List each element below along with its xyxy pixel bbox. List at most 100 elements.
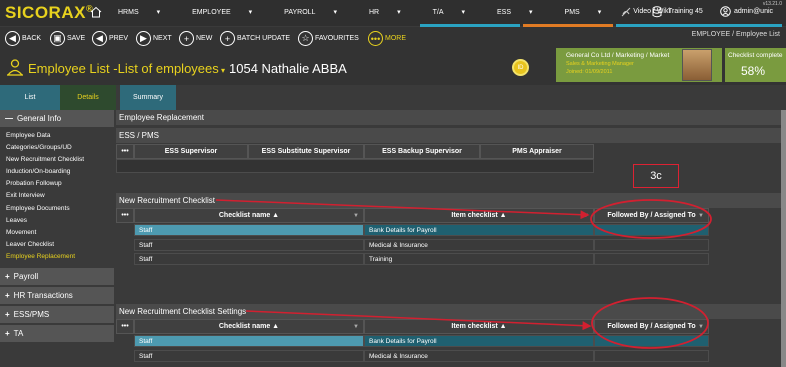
table-row-followed[interactable] xyxy=(594,224,709,236)
sidebar-item[interactable]: Employee Documents xyxy=(6,203,84,215)
section-employee-replacement: Employee Replacement xyxy=(116,110,781,125)
sidebar-list: Employee Data Categories/Groups/UD New R… xyxy=(6,130,84,263)
prev-button[interactable]: ◀ PREV xyxy=(92,31,128,46)
table-row-name[interactable]: Staff xyxy=(134,335,364,347)
filter-icon[interactable]: ▼ xyxy=(353,213,359,219)
col-checklist-name[interactable]: Checklist name ▲ ▼ xyxy=(134,208,364,223)
table-row-item[interactable]: Training xyxy=(364,253,594,265)
section-ess-pms: ESS / PMS xyxy=(116,128,781,143)
view-tabs: List Details Summary xyxy=(0,85,786,110)
grid-menu-icon[interactable]: ••• xyxy=(116,208,134,223)
checklist-percent: 58% xyxy=(741,64,766,78)
sidebar-group-general-info[interactable]: — General Info xyxy=(0,110,114,127)
more-button[interactable]: ••• MORE xyxy=(368,31,406,46)
filter-icon[interactable]: ▼ xyxy=(698,324,704,330)
annotation-label: 3c xyxy=(633,164,679,188)
scrollbar[interactable] xyxy=(781,110,786,367)
sidebar-group-hr-transactions[interactable]: + HR Transactions xyxy=(0,287,114,304)
sidebar-group-ess-pms[interactable]: + ESS/PMS xyxy=(0,306,114,323)
col-item-checklist[interactable]: Item checklist ▲ ▼ xyxy=(364,208,594,223)
menu-pms[interactable]: PMS ▾ xyxy=(565,8,618,16)
join-date: Joined: 01/09/2011 xyxy=(566,69,613,75)
table-row-name[interactable]: Staff xyxy=(134,239,364,251)
new-button[interactable]: + NEW xyxy=(179,31,212,46)
sidebar-item-active[interactable]: Employee Replacement xyxy=(6,251,84,263)
section-recruitment-checklist: New Recruitment Checklist xyxy=(116,193,781,208)
menu-ess[interactable]: ESS ▾ xyxy=(497,8,549,16)
favourites-button[interactable]: ☆ FAVOURITES xyxy=(298,31,359,46)
page-title: Employee List -List of employees ▾ 1054 N… xyxy=(28,61,347,76)
star-icon: ☆ xyxy=(298,31,313,46)
table-row-followed[interactable] xyxy=(594,335,709,347)
filter-icon[interactable]: ▼ xyxy=(583,213,589,219)
table-row-followed[interactable] xyxy=(594,239,709,251)
table-row-followed[interactable] xyxy=(594,253,709,265)
sidebar-item[interactable]: Leaves xyxy=(6,215,84,227)
table-row-name[interactable]: Staff xyxy=(134,350,364,362)
sidebar-item[interactable]: Exit Interview xyxy=(6,190,84,202)
tab-list[interactable]: List xyxy=(0,85,60,110)
main-menu: HRMS ▾ EMPLOYEE ▾ PAYROLL ▾ HR ▾ T/A ▾ ESS ▾ P… xyxy=(118,8,686,16)
col-followed-by[interactable]: Followed By / Assigned To ▼ xyxy=(594,208,709,223)
back-button[interactable]: ◀ BACK xyxy=(5,31,41,46)
id-badge[interactable]: ID xyxy=(512,59,529,76)
table-row-item[interactable]: Bank Details for Payroll xyxy=(364,335,594,347)
checklist-progress: Checklist complete 58% xyxy=(725,48,786,82)
tab-details[interactable]: Details xyxy=(60,85,116,110)
tab-summary[interactable]: Summary xyxy=(120,85,176,110)
menu-hrms[interactable]: HRMS ▾ xyxy=(118,8,176,16)
table-row-item[interactable]: Medical & Insurance xyxy=(364,239,594,251)
sidebar-item[interactable]: Categories/Groups/UD xyxy=(6,142,84,154)
training-label[interactable]: Training 45 xyxy=(668,8,703,15)
table-row-followed[interactable] xyxy=(594,350,709,362)
filter-icon[interactable]: ▼ xyxy=(698,213,704,219)
sidebar-item[interactable]: Induction/On-boarding xyxy=(6,166,84,178)
app-logo[interactable]: SICORAX® xyxy=(5,3,93,23)
more-dots-icon: ••• xyxy=(368,31,383,46)
ess-row[interactable] xyxy=(116,159,594,173)
no-signal-icon[interactable] xyxy=(620,6,632,18)
version-label: v13.21.0 xyxy=(762,1,782,7)
plus-icon: + xyxy=(220,31,235,46)
employee-photo xyxy=(682,49,712,81)
col-checklist-name[interactable]: Checklist name ▲ ▼ xyxy=(134,319,364,334)
plus-icon: + xyxy=(5,329,10,338)
menu-ta[interactable]: T/A ▾ xyxy=(433,8,481,16)
sidebar-group-ta[interactable]: + TA xyxy=(0,325,114,342)
menu-employee[interactable]: EMPLOYEE ▾ xyxy=(192,8,268,16)
plus-icon: + xyxy=(5,291,10,300)
table-row-item[interactable]: Medical & Insurance xyxy=(364,350,594,362)
batch-update-button[interactable]: + BATCH UPDATE xyxy=(220,31,290,46)
save-button[interactable]: ▣ SAVE xyxy=(50,31,85,46)
sidebar-item[interactable]: Movement xyxy=(6,227,84,239)
col-ess-supervisor[interactable]: ESS Supervisor xyxy=(134,144,248,159)
col-ess-backup[interactable]: ESS Backup Supervisor xyxy=(364,144,480,159)
sidebar-item[interactable]: Leaver Checklist xyxy=(6,239,84,251)
table-row-name[interactable]: Staff xyxy=(134,253,364,265)
col-followed-by[interactable]: Followed By / Assigned To ▼ xyxy=(594,319,709,334)
breadcrumb[interactable]: EMPLOYEE / Employee List xyxy=(692,31,780,38)
grid-menu-icon[interactable]: ••• xyxy=(116,144,134,159)
save-icon: ▣ xyxy=(50,31,65,46)
user-circle-icon[interactable] xyxy=(720,6,731,17)
menu-hr[interactable]: HR ▾ xyxy=(369,8,417,16)
job-title: Sales & Marketing Manager xyxy=(566,61,634,67)
filter-icon[interactable]: ▼ xyxy=(353,324,359,330)
col-pms-appraiser[interactable]: PMS Appraiser xyxy=(480,144,594,159)
sidebar-group-payroll[interactable]: + Payroll xyxy=(0,268,114,285)
employee-name: 1054 Nathalie ABBA xyxy=(229,61,347,76)
table-row-name[interactable]: Staff xyxy=(134,224,364,236)
table-row-item[interactable]: Bank Details for Payroll xyxy=(364,224,594,236)
col-item-checklist[interactable]: Item checklist ▲ ▼ xyxy=(364,319,594,334)
sidebar-item[interactable]: Employee Data xyxy=(6,130,84,142)
filter-icon[interactable]: ▼ xyxy=(583,324,589,330)
menu-payroll[interactable]: PAYROLL ▾ xyxy=(284,8,353,16)
home-icon[interactable] xyxy=(90,6,102,18)
sidebar: — General Info Employee Data Categories/G… xyxy=(0,110,114,367)
user-label[interactable]: admin@unic xyxy=(734,8,773,15)
sidebar-item[interactable]: Probation Followup xyxy=(6,178,84,190)
sidebar-item[interactable]: New Recruitment Checklist xyxy=(6,154,84,166)
col-ess-substitute[interactable]: ESS Substitute Supervisor xyxy=(248,144,364,159)
next-button[interactable]: ▶ NEXT xyxy=(136,31,172,46)
grid-menu-icon[interactable]: ••• xyxy=(116,319,134,334)
